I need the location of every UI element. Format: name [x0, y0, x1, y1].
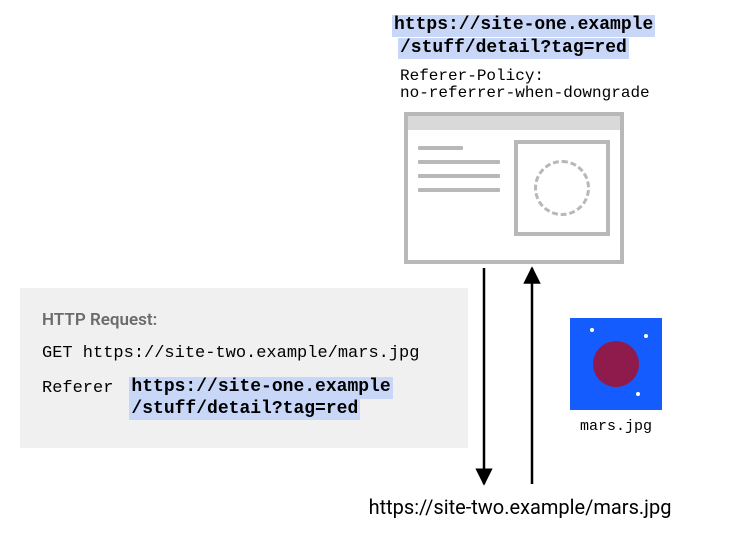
destination-url: https://site-two.example/mars.jpg — [360, 495, 680, 519]
http-request-box: HTTP Request: GET https://site-two.examp… — [20, 288, 468, 448]
referer-value-line2: /stuff/detail?tag=red — [129, 399, 360, 421]
page-text-placeholder — [418, 140, 500, 250]
image-slot — [514, 140, 610, 236]
browser-window — [404, 112, 624, 264]
origin-url-line2: /stuff/detail?tag=red — [398, 38, 629, 60]
referer-policy-block: Referer-Policy: no-referrer-when-downgra… — [400, 68, 650, 102]
mars-thumbnail — [570, 318, 662, 410]
origin-url-block: https://site-one.example /stuff/detail?t… — [392, 14, 655, 59]
policy-value: no-referrer-when-downgrade — [400, 85, 650, 102]
http-request-line: GET https://site-two.example/mars.jpg — [42, 344, 446, 363]
referer-header-name: Referer — [42, 377, 113, 398]
image-placeholder-icon — [534, 160, 590, 216]
origin-url-line1: https://site-one.example — [392, 15, 655, 37]
planet-icon — [593, 341, 639, 387]
referer-header-value: https://site-one.example /stuff/detail?t… — [129, 377, 392, 420]
http-request-title: HTTP Request: — [42, 310, 446, 330]
asset-thumbnail-block: mars.jpg — [570, 318, 662, 435]
policy-header: Referer-Policy: — [400, 68, 650, 85]
browser-titlebar — [408, 116, 620, 130]
asset-caption: mars.jpg — [570, 418, 662, 435]
referer-value-line1: https://site-one.example — [129, 377, 392, 399]
